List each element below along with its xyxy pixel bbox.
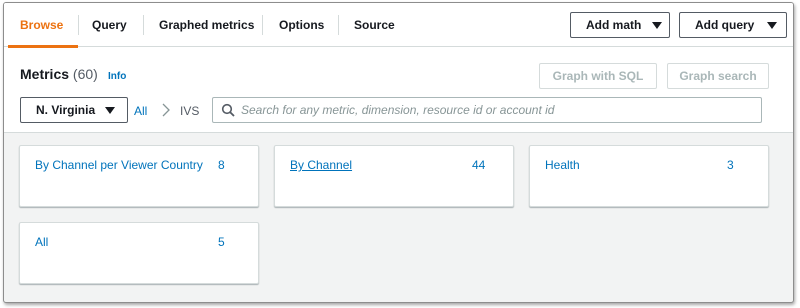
namespace-card[interactable]: By Channel per Viewer Country 8 — [19, 145, 259, 207]
tab-graphed-metrics[interactable]: Graphed metrics — [159, 3, 254, 47]
card-count: 5 — [218, 235, 225, 249]
card-count: 3 — [727, 158, 734, 172]
tab-query[interactable]: Query — [92, 3, 127, 47]
tab-browse[interactable]: Browse — [20, 3, 63, 47]
card-label[interactable]: By Channel — [290, 158, 352, 172]
card-count: 8 — [218, 158, 225, 172]
active-tab-indicator — [8, 45, 78, 48]
region-selector[interactable]: N. Virginia — [20, 97, 128, 123]
namespace-card[interactable]: Health 3 — [529, 145, 769, 207]
metrics-browser-window: Browse Query Graphed metrics Options Sou… — [3, 2, 794, 303]
graph-search-button[interactable]: Graph search — [667, 63, 769, 89]
info-link[interactable]: Info — [108, 71, 126, 82]
caret-down-icon — [105, 107, 115, 114]
tab-bar: Browse Query Graphed metrics Options Sou… — [4, 3, 793, 48]
tab-divider — [262, 15, 263, 35]
search-input[interactable] — [241, 101, 751, 119]
namespace-card[interactable]: By Channel 44 — [274, 145, 514, 207]
card-label[interactable]: Health — [545, 158, 580, 172]
tab-divider — [338, 15, 339, 35]
metrics-count: (60) — [72, 66, 98, 82]
tab-divider — [78, 15, 79, 35]
page-title: Metrics (60) — [20, 66, 98, 82]
card-label[interactable]: All — [35, 235, 48, 249]
add-math-button[interactable]: Add math — [570, 12, 670, 38]
tab-options[interactable]: Options — [279, 3, 324, 47]
breadcrumb-all[interactable]: All — [134, 104, 147, 118]
metric-search-field[interactable] — [212, 97, 762, 123]
add-math-label: Add math — [586, 18, 642, 32]
tab-divider — [143, 15, 144, 35]
tab-source[interactable]: Source — [354, 3, 395, 47]
add-query-label: Add query — [695, 18, 755, 32]
breadcrumb-current: IVS — [180, 104, 200, 118]
title-text: Metrics — [20, 66, 70, 82]
graph-with-sql-button[interactable]: Graph with SQL — [539, 63, 657, 89]
region-label: N. Virginia — [36, 103, 96, 117]
metrics-header-panel: Browse Query Graphed metrics Options Sou… — [4, 3, 793, 133]
card-count: 44 — [472, 158, 486, 172]
search-icon — [221, 103, 235, 117]
card-label[interactable]: By Channel per Viewer Country — [35, 158, 203, 172]
chevron-right-icon — [162, 103, 170, 117]
caret-down-icon — [767, 22, 777, 29]
add-query-button[interactable]: Add query — [679, 12, 787, 38]
caret-down-icon — [652, 22, 662, 29]
namespace-card[interactable]: All 5 — [19, 222, 259, 284]
